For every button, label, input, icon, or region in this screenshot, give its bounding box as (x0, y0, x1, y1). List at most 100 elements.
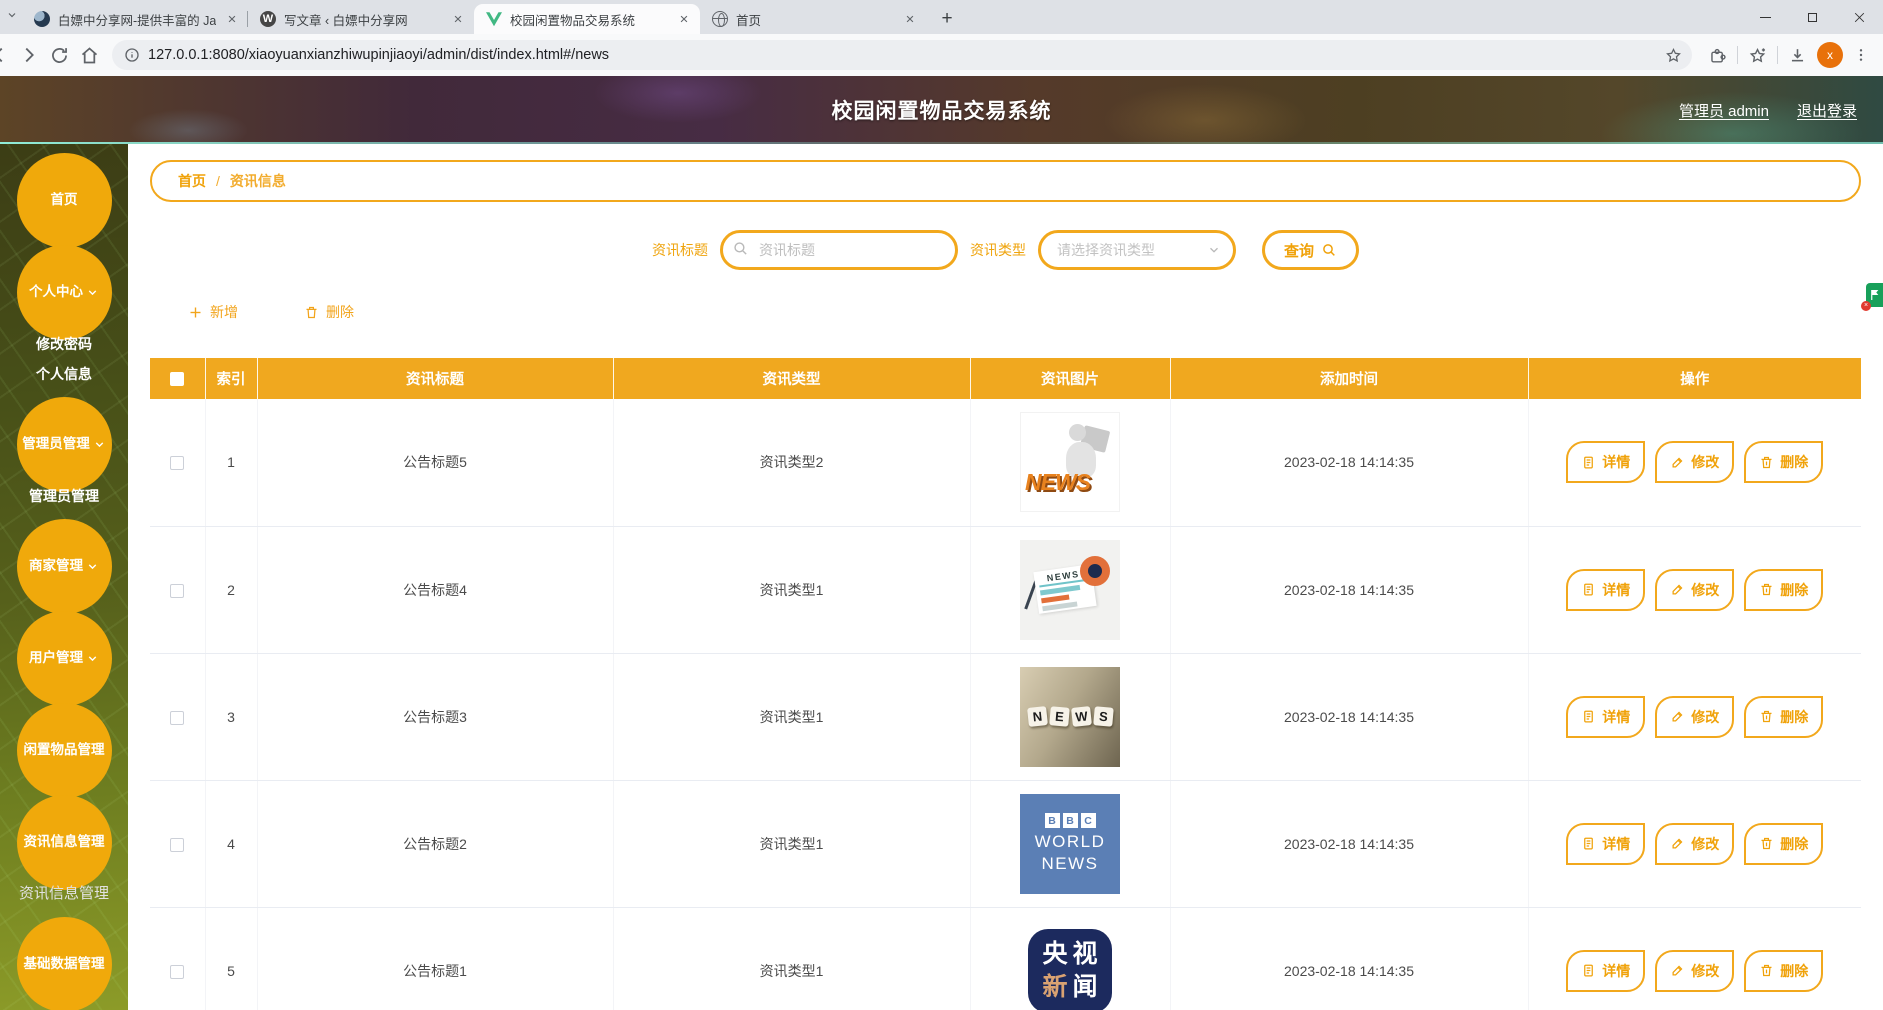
favorites-star-icon[interactable] (1748, 46, 1767, 65)
delete-button[interactable]: 删除 (1744, 950, 1823, 992)
sidebar-submenu: 管理员管理 (29, 492, 99, 522)
batch-delete-button[interactable]: 删除 (304, 302, 354, 322)
browser-tab[interactable]: 首页 (700, 4, 926, 34)
edit-button[interactable]: 修改 (1655, 441, 1734, 483)
sidebar-item[interactable]: 资讯信息管理 (17, 795, 112, 890)
news-image: N E W S (1020, 667, 1120, 767)
row-checkbox[interactable] (170, 965, 184, 979)
delete-button[interactable]: 删除 (1744, 569, 1823, 611)
detail-button[interactable]: 详情 (1566, 823, 1645, 865)
detail-button[interactable]: 详情 (1566, 950, 1645, 992)
bookmark-star-icon[interactable] (1665, 47, 1682, 64)
tab-close-icon[interactable] (450, 11, 466, 27)
title-search-box (720, 230, 958, 270)
floating-flag-widget[interactable]: × (1866, 283, 1883, 307)
edit-button[interactable]: 修改 (1655, 696, 1734, 738)
tab-favicon-icon (712, 11, 728, 27)
address-bar[interactable]: 127.0.0.1:8080/xiaoyuanxianzhiwupinjiaoy… (112, 40, 1692, 70)
app-title: 校园闲置物品交易系统 (832, 95, 1052, 125)
sidebar-item[interactable]: 用户管理 (17, 611, 112, 706)
row-checkbox[interactable] (170, 456, 184, 470)
site-info-icon[interactable] (124, 47, 140, 63)
header-right: 管理员 admin 退出登录 (1679, 100, 1857, 121)
sidebar-item[interactable]: 首页 (17, 153, 112, 248)
cell-checkbox (150, 653, 205, 780)
detail-button[interactable]: 详情 (1566, 441, 1645, 483)
sidebar-item[interactable]: 基础数据管理 (17, 917, 112, 1010)
sidebar-subitem[interactable]: 修改密码 (36, 330, 92, 358)
tab-close-icon[interactable] (676, 11, 692, 27)
breadcrumb-home-link[interactable]: 首页 (178, 171, 206, 191)
cell-type: 资讯类型1 (613, 907, 970, 1010)
edit-button[interactable]: 修改 (1655, 950, 1734, 992)
edit-button[interactable]: 修改 (1655, 823, 1734, 865)
filter-row: 资讯标题 资讯类型 请选择资讯类型 查询 (150, 230, 1861, 270)
chevron-down-icon (1207, 243, 1221, 257)
edit-button[interactable]: 修改 (1655, 569, 1734, 611)
tab-search-chevron-icon[interactable] (6, 8, 18, 26)
news-image-dice-photo: N E W S (1020, 667, 1120, 767)
sidebar-item[interactable]: 商家管理 (17, 519, 112, 614)
main-content: 首页 / 资讯信息 资讯标题 资讯类型 请选择资讯类型 (128, 144, 1883, 1010)
cell-image: 央视新闻 (970, 907, 1170, 1010)
header-title: 资讯标题 (257, 358, 613, 399)
sidebar-subitem[interactable]: 管理员管理 (29, 482, 99, 510)
row-checkbox[interactable] (170, 711, 184, 725)
tab-close-icon[interactable] (902, 11, 918, 27)
type-select[interactable]: 请选择资讯类型 (1038, 230, 1236, 270)
cell-index: 2 (205, 526, 257, 653)
admin-user-link[interactable]: 管理员 admin (1679, 100, 1769, 121)
logout-link[interactable]: 退出登录 (1797, 100, 1857, 121)
close-badge-icon[interactable]: × (1861, 301, 1871, 311)
window-controls (1742, 0, 1883, 34)
title-search-input[interactable] (720, 230, 958, 270)
browser-tab[interactable]: 写文章 ‹ 白嫖中分享网 (248, 4, 474, 34)
restore-button[interactable] (1789, 0, 1836, 34)
news-image: NEWS NEWS (1020, 540, 1120, 640)
news-image: NEWS NEWS (1020, 412, 1120, 512)
detail-button[interactable]: 详情 (1566, 696, 1645, 738)
cell-index: 1 (205, 399, 257, 526)
new-tab-button[interactable]: + (934, 6, 960, 32)
tab-favicon-icon (260, 11, 276, 27)
news-image-3d-figure: NEWS (1020, 412, 1120, 512)
header-checkbox-cell (150, 358, 205, 399)
table-row: 1 公告标题5 资讯类型2 NEWS (150, 399, 1861, 526)
home-icon[interactable] (74, 40, 104, 70)
sidebar-subitem[interactable]: 个人信息 (36, 360, 92, 388)
download-icon[interactable] (1788, 46, 1807, 65)
profile-avatar[interactable]: x (1817, 42, 1843, 68)
browser-tab[interactable]: 白嫖中分享网-提供丰富的 Java (22, 4, 248, 34)
minimize-button[interactable] (1742, 0, 1789, 34)
delete-button[interactable]: 删除 (1744, 696, 1823, 738)
news-image: BBC WORLD NEWS (1020, 794, 1120, 894)
cell-image: NEWS NEWS (970, 399, 1170, 526)
delete-button[interactable]: 删除 (1744, 441, 1823, 483)
delete-button[interactable]: 删除 (1744, 823, 1823, 865)
row-checkbox[interactable] (170, 584, 184, 598)
select-all-checkbox[interactable] (170, 372, 184, 386)
close-button[interactable] (1836, 0, 1883, 34)
sidebar-item[interactable]: 管理员管理 (17, 397, 112, 492)
sidebar-item[interactable]: 个人中心 (17, 245, 112, 340)
menu-kebab-icon[interactable] (1853, 47, 1869, 63)
add-button[interactable]: 新增 (188, 302, 238, 322)
browser-tab[interactable]: 校园闲置物品交易系统 (474, 4, 700, 34)
url-text: 127.0.0.1:8080/xiaoyuanxianzhiwupinjiaoy… (148, 47, 1657, 63)
sidebar-subitem[interactable]: 资讯信息管理 (19, 880, 109, 908)
reload-icon[interactable] (44, 40, 74, 70)
forward-icon[interactable] (14, 40, 44, 70)
query-button[interactable]: 查询 (1262, 230, 1359, 270)
row-checkbox[interactable] (170, 838, 184, 852)
cell-index: 4 (205, 780, 257, 907)
tab-close-icon[interactable] (224, 11, 240, 27)
detail-button[interactable]: 详情 (1566, 569, 1645, 611)
sidebar-item[interactable]: 闲置物品管理 (17, 703, 112, 798)
trash-icon (1759, 963, 1774, 978)
extensions-icon[interactable] (1708, 46, 1727, 65)
sidebar-group: 个人中心 修改密码个人信息 (0, 245, 128, 400)
cell-image: N E W S (970, 653, 1170, 780)
search-icon (732, 240, 749, 262)
tab-favicon-icon (34, 11, 50, 27)
back-icon[interactable] (0, 40, 14, 70)
